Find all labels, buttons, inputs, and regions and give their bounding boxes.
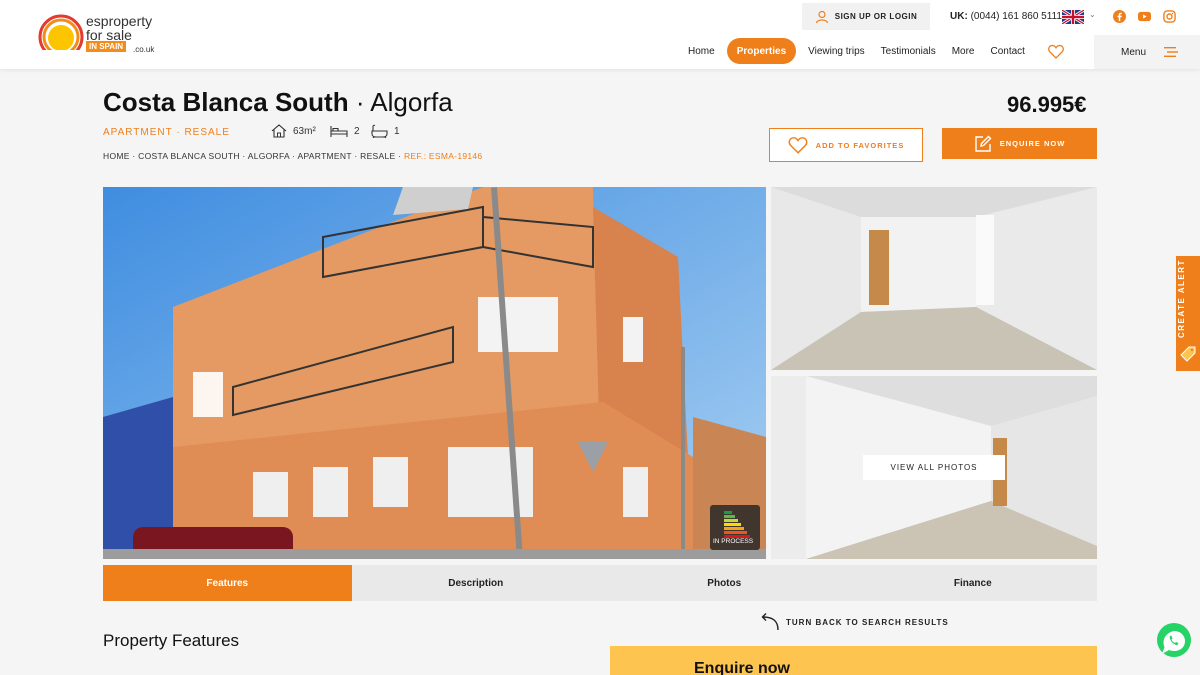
menu-label: Menu — [1121, 46, 1147, 58]
area-value: 63m² — [293, 125, 316, 137]
heart-icon — [788, 137, 808, 154]
youtube-icon[interactable] — [1138, 10, 1151, 23]
title-separator: · — [355, 87, 365, 117]
tab-photos[interactable]: Photos — [600, 565, 849, 601]
energy-status: IN PROCESS — [713, 538, 754, 545]
section-title: Property Features — [103, 631, 240, 650]
signup-login-button[interactable]: SIGN UP OR LOGIN — [802, 3, 930, 30]
property-ref: REF.: ESMA-19146 — [403, 151, 483, 161]
sun-logo-icon — [38, 14, 84, 60]
enquire-panel — [610, 646, 1097, 675]
nav-more[interactable]: More — [944, 38, 983, 64]
nav-home[interactable]: Home — [680, 38, 723, 64]
bathrooms-value: 1 — [394, 125, 400, 137]
instagram-icon[interactable] — [1163, 10, 1176, 23]
property-type-label: APARTMENT · RESALE — [103, 127, 230, 138]
tab-finance[interactable]: Finance — [849, 565, 1098, 601]
bathtub-icon — [371, 124, 388, 138]
property-title: Costa Blanca South · Algorfa — [103, 87, 453, 118]
edit-icon — [975, 135, 992, 152]
nav-viewing-trips[interactable]: Viewing trips — [800, 38, 873, 64]
nav-testimonials[interactable]: Testimonials — [873, 38, 944, 64]
tab-features[interactable]: Features — [103, 565, 352, 601]
area-spec: 63m² — [271, 124, 316, 138]
title-town: Algorfa — [370, 87, 453, 117]
main-property-photo[interactable] — [103, 187, 766, 559]
site-logo[interactable]: esproperty for sale IN SPAIN .co.uk — [38, 12, 168, 60]
phone-prefix: UK: — [950, 11, 968, 22]
phone-value: (0044) 161 860 5111 — [970, 11, 1062, 22]
favorites-heart-icon[interactable] — [1048, 44, 1064, 59]
back-link-label: TURN BACK TO SEARCH RESULTS — [786, 617, 949, 627]
logo-wordmark: esproperty for sale — [86, 14, 152, 42]
room-photo — [771, 187, 1097, 370]
create-alert-label: CREATE ALERT — [1177, 259, 1186, 338]
uk-flag-icon[interactable] — [1062, 10, 1084, 24]
enquire-panel-title: Enquire now — [694, 660, 790, 675]
property-price: 96.995€ — [1007, 92, 1087, 117]
back-arrow-icon — [761, 613, 779, 631]
bathrooms-spec: 1 — [370, 124, 400, 138]
logo-suffix: .co.uk — [133, 45, 155, 54]
tag-icon — [1180, 346, 1196, 362]
logo-badge: IN SPAIN — [86, 41, 127, 52]
enquire-now-button[interactable]: ENQUIRE NOW — [942, 128, 1097, 159]
bedrooms-value: 2 — [354, 125, 360, 137]
interior-photo-1[interactable] — [771, 187, 1097, 370]
breadcrumb: HOME · COSTA BLANCA SOUTH · ALGORFA · AP… — [103, 151, 482, 161]
site-header: esproperty for sale IN SPAIN .co.uk SIGN… — [0, 0, 1200, 69]
bed-icon — [330, 126, 348, 137]
add-to-favorites-label: ADD TO FAVORITES — [815, 140, 905, 150]
whatsapp-icon[interactable] — [1155, 621, 1193, 659]
property-tabs: Features Description Photos Finance — [103, 565, 1097, 601]
user-icon — [815, 10, 828, 23]
enquire-now-label: ENQUIRE NOW — [999, 139, 1066, 148]
bedrooms-spec: 2 — [330, 124, 360, 138]
title-region: Costa Blanca South — [103, 87, 349, 117]
house-icon — [271, 124, 287, 138]
menu-button[interactable]: Menu — [1094, 35, 1200, 69]
building-photo — [103, 187, 766, 559]
logo-line-2: for sale — [86, 27, 132, 43]
tab-description[interactable]: Description — [352, 565, 601, 601]
view-all-photos-button[interactable]: VIEW ALL PHOTOS — [863, 455, 1005, 480]
hamburger-menu-icon — [1164, 47, 1179, 57]
phone-number[interactable]: UK: (0044) 161 860 5111 — [950, 11, 1062, 22]
add-to-favorites-button[interactable]: ADD TO FAVORITES — [769, 128, 923, 162]
nav-contact[interactable]: Contact — [983, 38, 1033, 64]
facebook-icon[interactable] — [1113, 10, 1126, 23]
signup-label: SIGN UP OR LOGIN — [834, 12, 918, 21]
main-nav: Home Properties Viewing trips Testimonia… — [680, 38, 1033, 64]
back-to-search-link[interactable]: TURN BACK TO SEARCH RESULTS — [760, 612, 949, 632]
language-chevron-down-icon[interactable]: ⌄ — [1089, 10, 1096, 19]
nav-properties[interactable]: Properties — [726, 38, 797, 64]
breadcrumb-path[interactable]: HOME · COSTA BLANCA SOUTH · ALGORFA · AP… — [103, 151, 401, 161]
